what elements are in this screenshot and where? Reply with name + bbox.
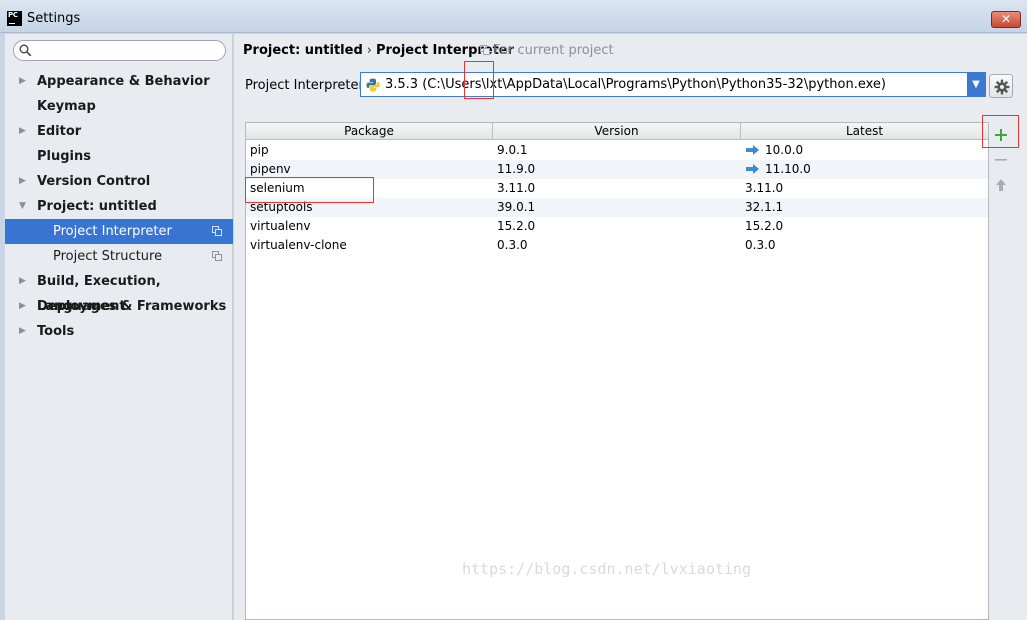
sidebar-item-plugins[interactable]: Plugins [5,144,233,169]
breadcrumb-parent: Project: untitled [243,43,363,58]
table-row[interactable]: pipenv 11.9.0 11.10.0 [246,160,988,179]
package-name: setuptools [250,200,313,214]
sidebar-item-label: Languages & Frameworks [37,299,227,314]
package-version: 11.9.0 [497,162,536,176]
sidebar-item-label: Appearance & Behavior [37,74,210,89]
scope-note: For current project [480,43,614,58]
python-icon [366,78,380,92]
settings-main-panel: Project: untitled › Project Interpreter Fo… [234,34,1027,620]
package-name: virtualenv-clone [250,238,347,252]
chevron-down-icon: ▼ [19,201,26,211]
copy-icon [212,226,222,236]
sidebar-item-project-interpreter[interactable]: Project Interpreter [5,219,233,244]
table-row[interactable]: pip 9.0.1 10.0.0 [246,141,988,160]
chevron-right-icon: ▶ [19,176,26,186]
sidebar-item-label: Editor [37,124,82,139]
table-header: Package Version Latest [246,123,988,140]
package-version: 3.11.0 [497,181,536,195]
upgrade-arrow-icon [746,164,759,174]
package-latest-value: 11.10.0 [765,162,811,176]
gear-icon [994,79,1010,95]
package-name: pip [250,143,269,157]
close-button[interactable]: ✕ [991,11,1021,28]
table-row[interactable]: setuptools 39.0.1 32.1.1 [246,198,988,217]
sidebar-item-appearance-behavior[interactable]: ▶ Appearance & Behavior [5,69,233,94]
watermark: https://blog.csdn.net/lvxiaoting [462,560,751,578]
package-version: 0.3.0 [497,238,528,252]
chevron-right-icon: ▶ [19,276,26,286]
settings-sidebar: ▶ Appearance & Behavior Keymap ▶ Editor … [5,34,233,620]
sidebar-item-project-untitled[interactable]: ▼ Project: untitled [5,194,233,219]
scope-note-text: For current project [493,43,614,58]
sidebar-item-keymap[interactable]: Keymap [5,94,233,119]
sidebar-item-project-structure[interactable]: Project Structure [5,244,233,269]
plus-icon[interactable] [993,127,1009,143]
copy-icon [480,45,490,55]
interpreter-label: Project Interpreter: [245,78,369,93]
search-input[interactable] [36,43,221,58]
pycharm-logo-icon: PC [7,11,22,26]
window-title: Settings [27,11,81,26]
package-latest: 32.1.1 [745,200,784,214]
package-name: virtualenv [250,219,311,233]
up-arrow-icon[interactable] [993,177,1009,193]
sidebar-item-label: Project: untitled [37,199,157,214]
title-bar: PC Settings ✕ [0,0,1027,33]
sidebar-item-label: Project Interpreter [53,224,172,239]
package-version: 39.0.1 [497,200,536,214]
table-row[interactable]: virtualenv 15.2.0 15.2.0 [246,217,988,236]
breadcrumb-separator: › [366,43,372,58]
interpreter-settings-button[interactable] [989,74,1013,98]
column-header-version[interactable]: Version [493,123,741,140]
chevron-right-icon: ▶ [19,76,26,86]
chevron-right-icon: ▶ [19,326,26,336]
breadcrumb: Project: untitled › Project Interpreter [243,43,514,58]
sidebar-item-label: Tools [37,324,75,339]
package-latest: 0.3.0 [745,238,776,252]
package-latest: 10.0.0 [746,141,803,160]
chevron-down-icon[interactable]: ▼ [967,73,985,96]
package-latest: 11.10.0 [746,160,811,179]
column-header-package[interactable]: Package [246,123,493,140]
sidebar-item-version-control[interactable]: ▶ Version Control [5,169,233,194]
sidebar-item-label: Plugins [37,149,91,164]
copy-icon [212,251,222,261]
sidebar-item-label: Version Control [37,174,151,189]
package-name: selenium [250,181,305,195]
package-name: pipenv [250,162,291,176]
package-version: 9.0.1 [497,143,528,157]
search-icon [19,44,32,57]
table-row[interactable]: selenium 3.11.0 3.11.0 [246,179,988,198]
sidebar-item-languages-frameworks[interactable]: ▶ Languages & Frameworks [5,294,233,319]
package-toolbar [989,122,1013,620]
sidebar-item-build-execution-deployment[interactable]: ▶ Build, Execution, Deployment [5,269,233,314]
search-field[interactable] [13,40,226,61]
packages-table[interactable]: Package Version Latest pip 9.0.1 10.0.0 … [245,122,989,620]
column-header-latest[interactable]: Latest [741,123,988,140]
interpreter-value: 3.5.3 (C:\Users\lxt\AppData\Local\Progra… [385,77,886,92]
chevron-right-icon: ▶ [19,301,26,311]
sidebar-item-editor[interactable]: ▶ Editor [5,119,233,144]
upgrade-arrow-icon [746,145,759,155]
package-latest: 3.11.0 [745,181,784,195]
sidebar-item-label: Keymap [37,99,96,114]
package-version: 15.2.0 [497,219,536,233]
table-row[interactable]: virtualenv-clone 0.3.0 0.3.0 [246,236,988,255]
sidebar-item-tools[interactable]: ▶ Tools [5,319,233,344]
sidebar-item-label: Project Structure [53,249,163,264]
interpreter-select[interactable]: 3.5.3 (C:\Users\lxt\AppData\Local\Progra… [360,72,986,97]
package-latest-value: 10.0.0 [765,143,804,157]
minus-icon[interactable] [993,152,1009,168]
chevron-right-icon: ▶ [19,126,26,136]
package-latest: 15.2.0 [745,219,784,233]
